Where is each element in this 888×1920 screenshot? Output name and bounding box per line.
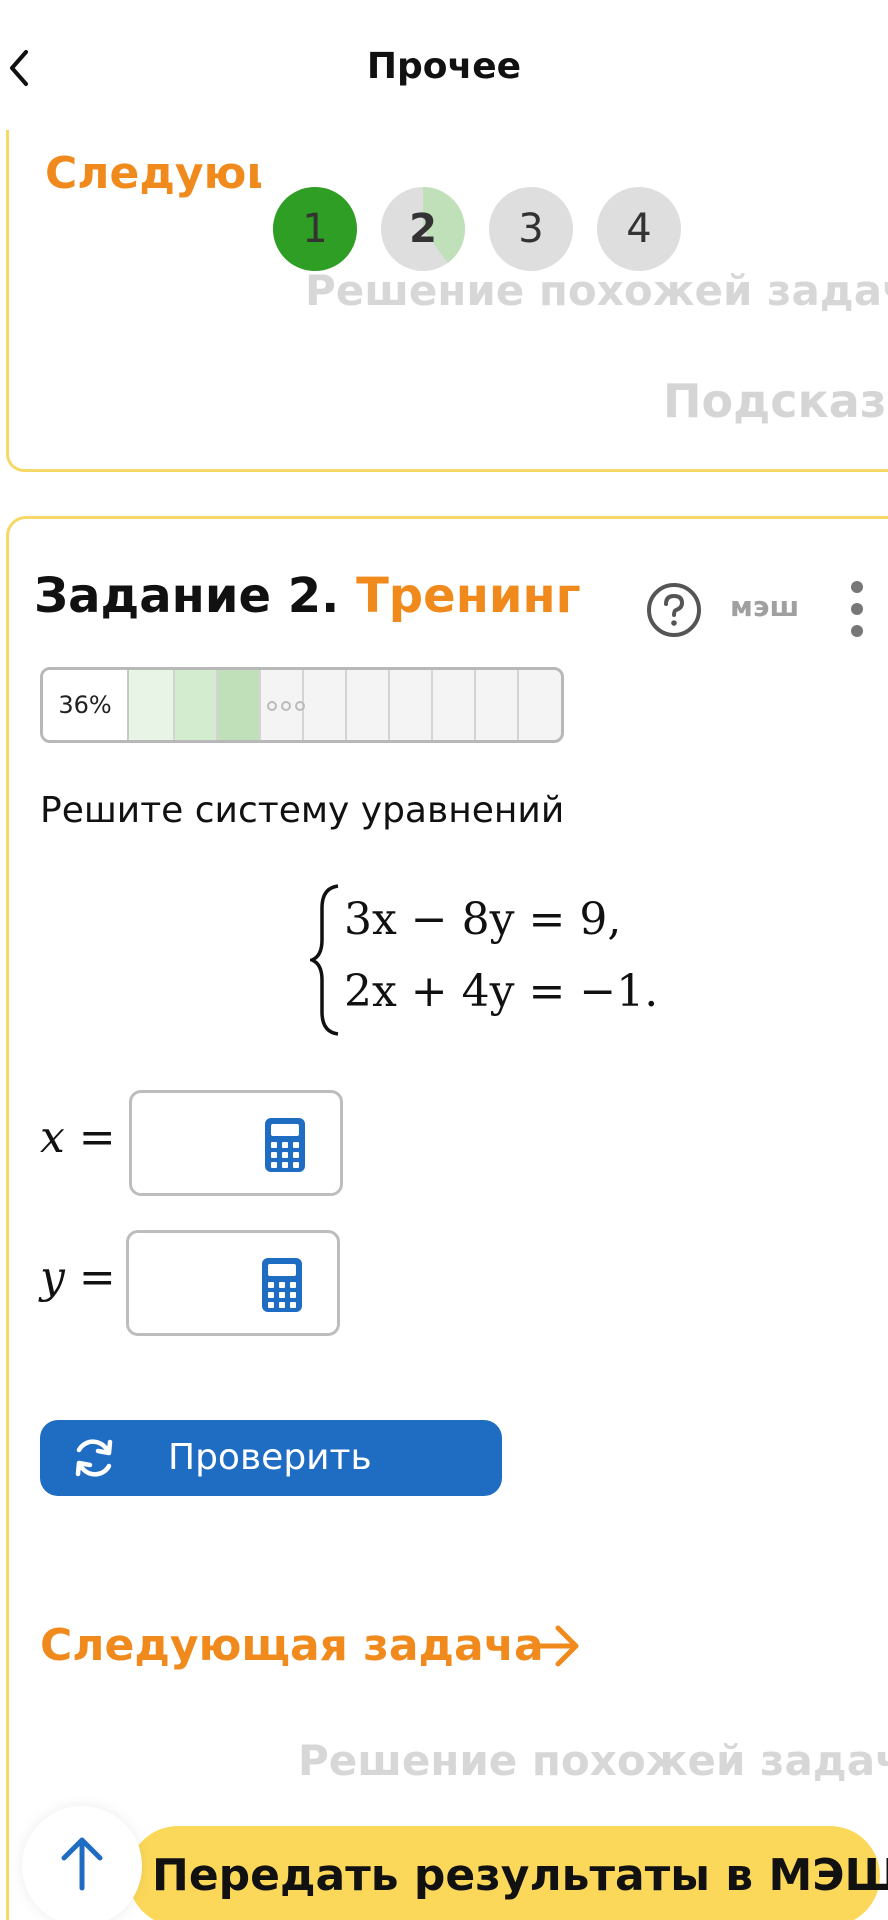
left-brace xyxy=(310,884,339,1036)
send-results-button[interactable]: Передать результаты в МЭШ xyxy=(128,1826,888,1920)
step-1[interactable]: 1 xyxy=(273,187,357,271)
equation-system: 3x − 8y = 9, 2x + 4y = −1. xyxy=(310,880,670,1040)
mesh-label[interactable]: мэш xyxy=(730,590,799,623)
page: Прочее Следующая задача Решение похожей … xyxy=(0,0,888,1920)
calculator-icon[interactable] xyxy=(261,1257,303,1313)
x-label: x = xyxy=(40,1112,116,1163)
page-title: Прочее xyxy=(366,46,522,87)
step-1-label: 1 xyxy=(302,206,328,252)
progress-cell xyxy=(175,670,218,740)
previous-similar-task-link[interactable]: Решение похожей задачи xyxy=(305,266,888,315)
next-task-link[interactable]: Следующая задача xyxy=(40,1620,544,1671)
progress-cell xyxy=(129,670,175,740)
arrow-right-icon[interactable] xyxy=(526,1622,582,1670)
send-results-label: Передать результаты в МЭШ xyxy=(152,1850,888,1901)
scroll-to-top-button[interactable] xyxy=(22,1806,142,1920)
app-header: Прочее xyxy=(0,0,888,130)
step-2[interactable]: 2 xyxy=(381,187,465,271)
step-2-label: 2 xyxy=(409,206,437,252)
task-number: Задание 2. xyxy=(34,568,340,624)
previous-next-task-link[interactable]: Следующая задача xyxy=(45,148,261,199)
previous-task-card: Следующая задача Решение похожей задачи … xyxy=(6,100,888,472)
problem-statement: Решите систему уравнений xyxy=(40,790,565,831)
help-icon[interactable] xyxy=(646,582,702,638)
progress-cell xyxy=(390,670,433,740)
step-3-label: 3 xyxy=(518,206,544,252)
progress-cell xyxy=(476,670,519,740)
equation-line-2: 2x + 4y = −1. xyxy=(344,966,659,1017)
task-progress-bar: 36% xyxy=(40,667,564,743)
progress-cell xyxy=(218,670,261,740)
similar-task-link[interactable]: Решение похожей задачи xyxy=(298,1736,888,1785)
arrow-up-icon xyxy=(61,1837,103,1891)
y-answer-input[interactable] xyxy=(126,1230,340,1336)
x-answer-input[interactable] xyxy=(129,1090,343,1196)
step-4[interactable]: 4 xyxy=(597,187,681,271)
progress-percent: 36% xyxy=(43,670,129,740)
step-3[interactable]: 3 xyxy=(489,187,573,271)
y-label: y = xyxy=(40,1252,116,1303)
check-button-label: Проверить xyxy=(168,1437,372,1478)
refresh-icon xyxy=(75,1439,113,1477)
more-vertical-icon[interactable] xyxy=(846,578,868,640)
step-4-label: 4 xyxy=(626,206,652,252)
progress-cell xyxy=(519,670,561,740)
equation-line-1: 3x − 8y = 9, xyxy=(344,894,622,945)
hint-link[interactable]: Подсказка xyxy=(663,374,888,428)
ellipsis-icon xyxy=(267,701,305,711)
progress-cell xyxy=(347,670,390,740)
check-button[interactable]: Проверить xyxy=(40,1420,502,1496)
task-steps: 1 2 3 4 xyxy=(273,187,693,271)
progress-cell xyxy=(433,670,476,740)
progress-cell xyxy=(304,670,347,740)
calculator-icon[interactable] xyxy=(264,1117,306,1173)
task-type: Тренинг xyxy=(356,568,581,624)
task-title: Задание 2. Тренинг xyxy=(34,568,581,624)
